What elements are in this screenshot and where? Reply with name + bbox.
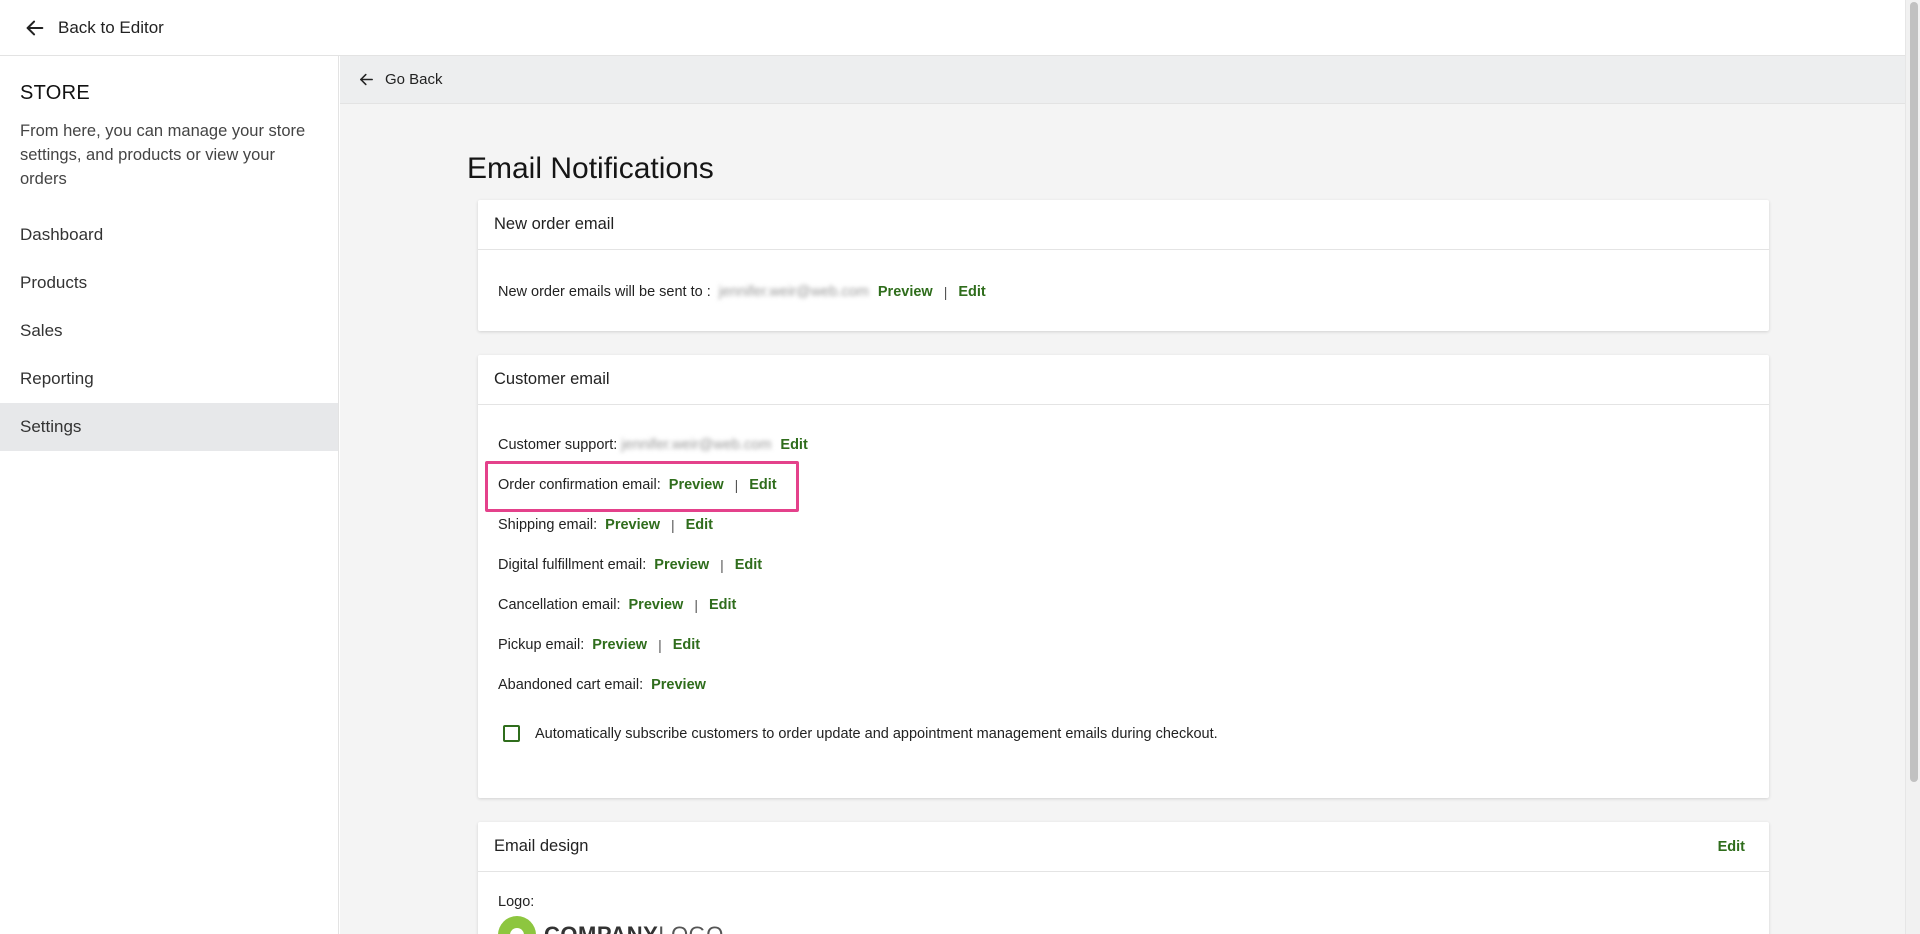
email-design-card: Email design Edit Logo: COMPANYLOGO <box>478 822 1769 934</box>
customer-support-row: Customer support: jennifer.weir@web.com … <box>498 425 1749 465</box>
go-back-button[interactable]: Go Back <box>358 71 443 88</box>
order-confirmation-label: Order confirmation email: <box>498 477 661 493</box>
go-back-label: Go Back <box>385 71 443 88</box>
new-order-recipient-email: jennifer.weir@web.com <box>718 284 869 300</box>
sidebar: STORE From here, you can manage your sto… <box>0 56 339 934</box>
customer-support-email: jennifer.weir@web.com <box>621 437 772 453</box>
card-title: Email design <box>494 837 589 855</box>
sidebar-item-sales[interactable]: Sales <box>0 307 338 355</box>
arrow-left-icon <box>360 73 373 86</box>
pickup-email-edit-link[interactable]: Edit <box>673 637 700 653</box>
shipping-email-edit-link[interactable]: Edit <box>686 517 713 533</box>
email-design-edit-link[interactable]: Edit <box>1718 839 1745 855</box>
sidebar-item-settings[interactable]: Settings <box>0 403 338 451</box>
customer-email-card: Customer email Customer support: jennife… <box>478 355 1769 798</box>
top-bar: Back to Editor <box>0 0 1905 56</box>
card-header: Customer email <box>478 355 1769 405</box>
digital-fulfillment-preview-link[interactable]: Preview <box>654 557 709 573</box>
separator: | <box>943 284 948 300</box>
cancellation-email-preview-link[interactable]: Preview <box>629 597 684 613</box>
logo-text-bold: COMPANY <box>544 922 658 934</box>
new-order-preview-link[interactable]: Preview <box>878 284 933 300</box>
pickup-email-label: Pickup email: <box>498 637 585 653</box>
order-confirmation-edit-link[interactable]: Edit <box>749 477 776 493</box>
new-order-text: New order emails will be sent to : <box>498 284 711 300</box>
customer-support-label: Customer support: <box>498 437 618 453</box>
separator: | <box>694 597 698 613</box>
separator: | <box>720 557 724 573</box>
arrow-left-icon <box>26 20 44 35</box>
back-to-editor-button[interactable]: Back to Editor <box>24 17 164 39</box>
card-title: Customer email <box>494 370 610 388</box>
shipping-email-preview-link[interactable]: Preview <box>605 517 660 533</box>
card-header: Email design Edit <box>478 822 1769 872</box>
cancellation-email-row: Cancellation email: Preview | Edit <box>498 585 1749 625</box>
separator: | <box>670 517 675 533</box>
go-back-bar: Go Back <box>340 56 1905 104</box>
cancellation-email-label: Cancellation email: <box>498 597 621 613</box>
abandoned-cart-label: Abandoned cart email: <box>498 677 644 693</box>
new-order-edit-link[interactable]: Edit <box>958 284 985 300</box>
page-scrollbar[interactable] <box>1905 0 1920 934</box>
digital-fulfillment-label: Digital fulfillment email: <box>498 557 647 573</box>
order-confirmation-preview-link[interactable]: Preview <box>669 477 724 493</box>
company-logo: COMPANYLOGO <box>498 916 1749 934</box>
scrollbar-thumb[interactable] <box>1910 2 1918 782</box>
abandoned-cart-preview-link[interactable]: Preview <box>651 677 706 693</box>
back-to-editor-label: Back to Editor <box>58 17 164 37</box>
order-confirmation-row: Order confirmation email: Preview | Edit <box>498 465 1749 505</box>
digital-fulfillment-row: Digital fulfillment email: Preview | Edi… <box>498 545 1749 585</box>
main-content: Go Back Email Notifications New order em… <box>340 56 1905 934</box>
pickup-email-row: Pickup email: Preview | Edit <box>498 625 1749 665</box>
sidebar-item-reporting[interactable]: Reporting <box>0 355 338 403</box>
card-header: New order email <box>478 200 1769 250</box>
abandoned-cart-row: Abandoned cart email: Preview <box>498 665 1749 705</box>
pickup-email-preview-link[interactable]: Preview <box>592 637 647 653</box>
sidebar-description: From here, you can manage your store set… <box>20 122 306 188</box>
logo-label: Logo: <box>498 894 535 910</box>
logo-text-thin: LOGO <box>658 922 724 934</box>
shipping-email-row: Shipping email: Preview | Edit <box>498 505 1749 545</box>
customer-support-edit-link[interactable]: Edit <box>780 437 807 453</box>
sidebar-item-products[interactable]: Products <box>0 259 338 307</box>
new-order-row: New order emails will be sent to : jenni… <box>498 272 1749 312</box>
cancellation-email-edit-link[interactable]: Edit <box>709 597 736 613</box>
company-logo-text: COMPANYLOGO <box>544 922 724 934</box>
sidebar-item-dashboard[interactable]: Dashboard <box>0 211 338 259</box>
auto-subscribe-row: Automatically subscribe customers to ord… <box>498 725 1749 742</box>
card-title: New order email <box>494 215 615 233</box>
auto-subscribe-checkbox[interactable] <box>503 725 520 742</box>
company-logo-icon <box>498 916 536 934</box>
separator: | <box>658 637 662 653</box>
sidebar-nav: Dashboard Products Sales Reporting Setti… <box>0 211 338 451</box>
new-order-email-card: New order email New order emails will be… <box>478 200 1769 331</box>
shipping-email-label: Shipping email: <box>498 517 598 533</box>
sidebar-title: STORE <box>20 82 91 104</box>
auto-subscribe-label: Automatically subscribe customers to ord… <box>535 725 1218 742</box>
separator: | <box>734 477 739 493</box>
digital-fulfillment-edit-link[interactable]: Edit <box>735 557 762 573</box>
page-title: Email Notifications <box>467 152 714 185</box>
